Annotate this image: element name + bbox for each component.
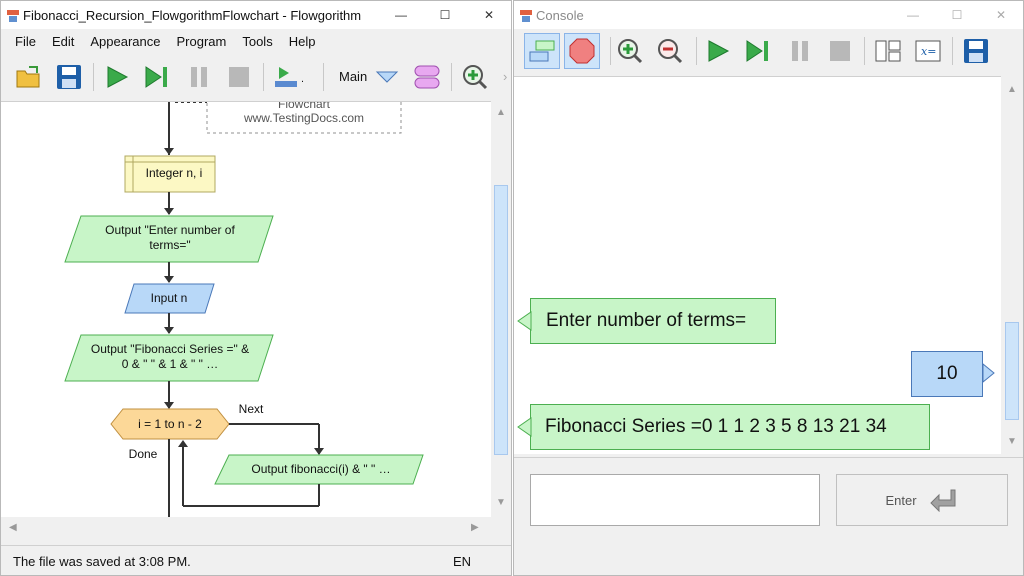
console-output-area[interactable]: Enter number of terms= 10 Fibonacci Seri…	[514, 76, 1001, 454]
layout-icon[interactable]: ·	[271, 61, 303, 93]
minimize-button[interactable]: —	[379, 1, 423, 29]
run-icon[interactable]	[702, 35, 734, 67]
flowchart-diagram	[64, 102, 424, 517]
menu-tools[interactable]: Tools	[242, 34, 272, 49]
enter-arrow-icon	[929, 489, 956, 512]
scroll-down-icon[interactable]: ▼	[1007, 436, 1017, 447]
console-message-output: Enter number of terms=	[530, 298, 776, 344]
status-text: The file was saved at 3:08 PM.	[13, 554, 191, 569]
comment-line-2: www.TestingDocs.com	[243, 111, 365, 125]
scroll-right-icon[interactable]: ▶	[471, 522, 479, 533]
toolbar-separator	[952, 37, 953, 65]
pause-icon[interactable]	[183, 61, 215, 93]
main-toolbar: · Main ›	[1, 55, 511, 99]
menu-help[interactable]: Help	[289, 34, 316, 49]
flowgorithm-window: Fibonacci_Recursion_FlowgorithmFlowchart…	[0, 0, 512, 576]
menu-program[interactable]: Program	[176, 34, 226, 49]
svg-text:·: ·	[301, 77, 303, 88]
console-message-input: 10	[911, 351, 983, 397]
scroll-left-icon[interactable]: ◀	[9, 522, 17, 533]
stop-sign-icon[interactable]	[564, 33, 600, 69]
console-message-output: Fibonacci Series =0 1 1 2 3 5 8 13 21 34	[530, 404, 930, 450]
enter-button[interactable]: Enter	[836, 474, 1008, 526]
declare-shape[interactable]: Integer n, i	[133, 166, 215, 181]
toolbar-separator	[263, 63, 264, 91]
save-icon[interactable]	[53, 61, 85, 93]
input-mode-icon[interactable]	[524, 33, 560, 69]
scrollbar-thumb[interactable]	[494, 185, 508, 455]
stop-icon[interactable]	[824, 35, 856, 67]
close-button[interactable]: ✕	[979, 1, 1023, 29]
bubble-pointer-icon	[517, 417, 532, 437]
layout-icon[interactable]	[872, 35, 904, 67]
maximize-button[interactable]: ☐	[935, 1, 979, 29]
status-bar: The file was saved at 3:08 PM. EN	[1, 545, 511, 575]
save-icon[interactable]	[960, 35, 992, 67]
loop-done-label: Done	[128, 447, 158, 461]
flowchart-canvas[interactable]: Flowchart www.TestingDocs.com Integer n,…	[1, 101, 491, 517]
vertical-scrollbar[interactable]: ▲ ▼	[491, 101, 511, 517]
toolbar-separator	[864, 37, 865, 65]
bubble-pointer-icon	[517, 311, 532, 331]
toolbar-separator	[451, 63, 452, 91]
scroll-up-icon[interactable]: ▲	[1007, 84, 1017, 95]
menu-bar: File Edit Appearance Program Tools Help	[1, 29, 511, 53]
console-input-field[interactable]	[530, 474, 820, 526]
variables-icon[interactable]: x=	[912, 35, 944, 67]
maximize-button[interactable]: ☐	[423, 1, 467, 29]
input-shape[interactable]: Input n	[129, 291, 209, 306]
close-button[interactable]: ✕	[467, 1, 511, 29]
zoom-in-icon[interactable]	[614, 35, 646, 67]
window-title: Fibonacci_Recursion_FlowgorithmFlowchart…	[23, 7, 362, 23]
pause-icon[interactable]	[784, 35, 816, 67]
zoom-out-icon[interactable]	[654, 35, 686, 67]
svg-text:x=: x=	[921, 45, 936, 58]
flowgorithm-app-icon	[7, 9, 19, 22]
scrollbar-thumb[interactable]	[1005, 322, 1019, 420]
console-input-row: Enter	[514, 457, 1023, 575]
enter-button-label: Enter	[885, 492, 917, 508]
language-indicator: EN	[452, 554, 471, 569]
add-function-icon[interactable]	[411, 61, 443, 93]
flowgorithm-app-icon	[520, 9, 532, 22]
open-folder-icon[interactable]	[13, 61, 45, 93]
output-shape-2[interactable]: Output "Fibonacci Series =" & 0 & " " & …	[87, 342, 253, 372]
menu-file[interactable]: File	[15, 34, 36, 49]
minimize-button[interactable]: —	[891, 1, 935, 29]
function-selector-icon[interactable]	[371, 61, 403, 93]
console-title-bar: Console — ☐ ✕	[514, 1, 1023, 29]
for-loop-shape[interactable]: i = 1 to n - 2	[119, 417, 221, 432]
function-selector-label[interactable]: Main	[339, 69, 367, 84]
zoom-in-icon[interactable]	[459, 61, 491, 93]
menu-appearance[interactable]: Appearance	[90, 34, 160, 49]
title-bar: Fibonacci_Recursion_FlowgorithmFlowchart…	[1, 1, 511, 29]
loop-next-label: Next	[238, 402, 264, 416]
menu-edit[interactable]: Edit	[52, 34, 74, 49]
step-icon[interactable]	[141, 61, 173, 93]
console-toolbar: x=	[514, 29, 1023, 75]
console-vertical-scrollbar[interactable]: ▲ ▼	[1001, 76, 1023, 454]
scroll-up-icon[interactable]: ▲	[496, 107, 506, 118]
output-shape-3[interactable]: Output fibonacci(i) & " " …	[223, 462, 419, 477]
step-icon[interactable]	[742, 35, 774, 67]
bubble-pointer-icon	[982, 363, 995, 383]
toolbar-separator	[610, 37, 611, 65]
run-icon[interactable]	[101, 61, 133, 93]
console-window: Console — ☐ ✕ x= Enter number of terms= …	[513, 0, 1024, 576]
toolbar-separator	[696, 37, 697, 65]
console-title: Console	[536, 7, 584, 23]
horizontal-scrollbar[interactable]: ◀ ▶	[1, 517, 491, 541]
output-shape-1[interactable]: Output "Enter number of terms="	[87, 223, 253, 253]
stop-icon[interactable]	[223, 61, 255, 93]
toolbar-overflow-icon[interactable]: ›	[503, 69, 507, 84]
scroll-down-icon[interactable]: ▼	[496, 497, 506, 508]
toolbar-separator	[93, 63, 94, 91]
toolbar-separator	[323, 63, 324, 91]
